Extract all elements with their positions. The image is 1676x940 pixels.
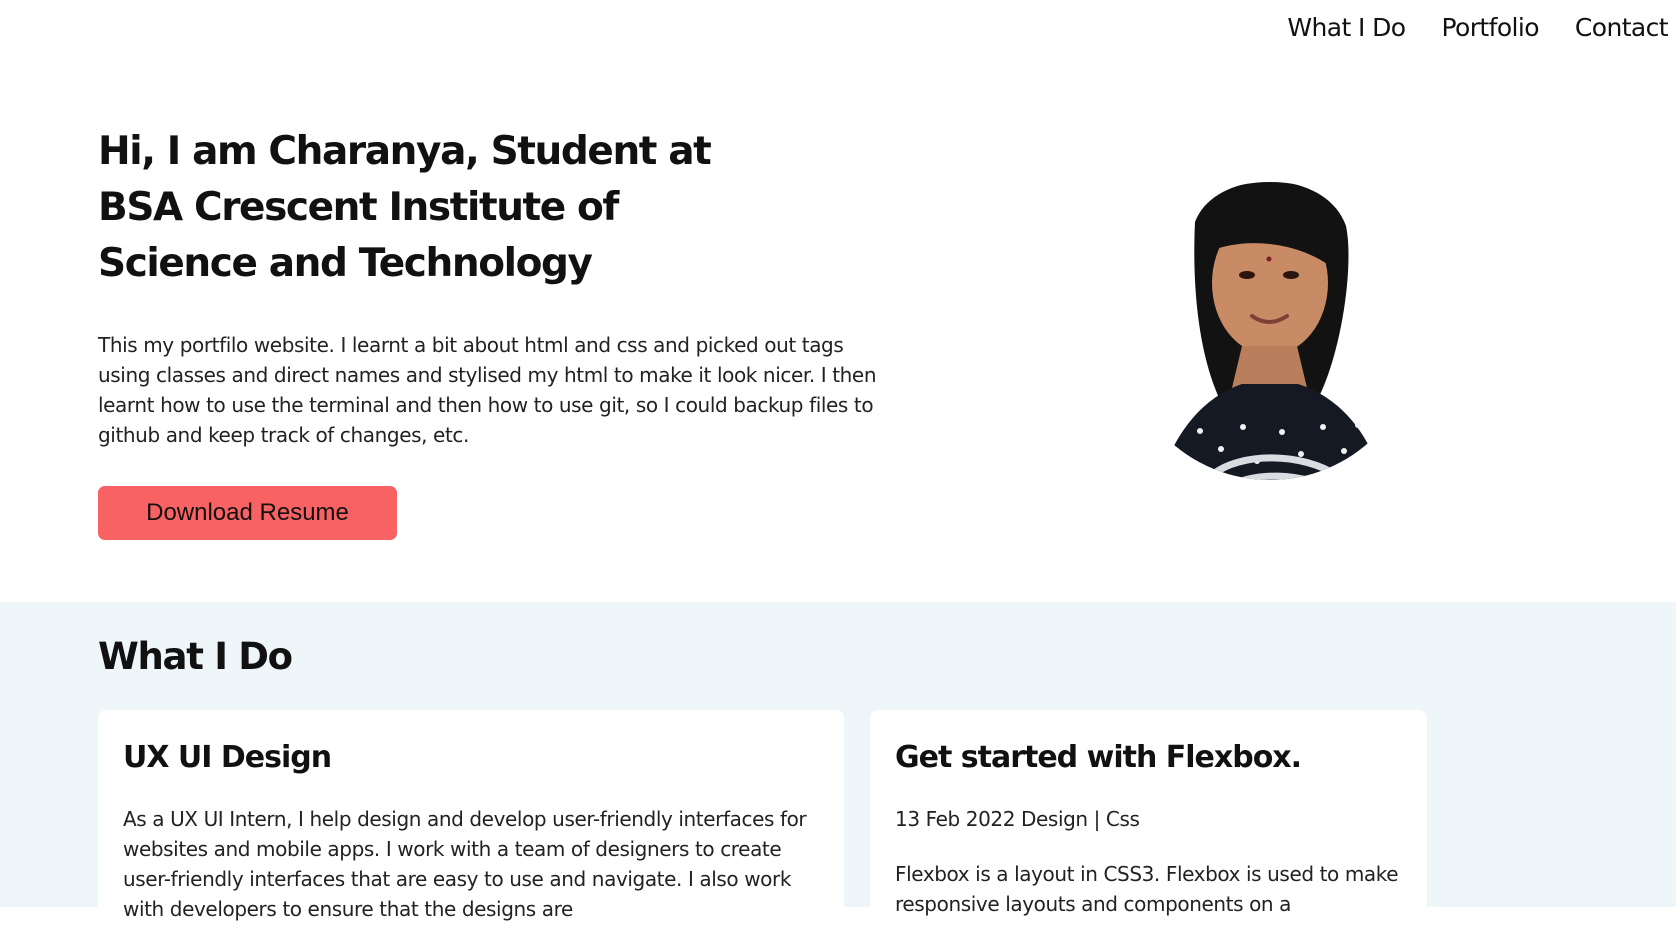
card-meta: 13 Feb 2022 Design | Css xyxy=(895,807,1140,831)
card-description: As a UX UI Intern, I help design and dev… xyxy=(123,807,807,921)
download-resume-button[interactable]: Download Resume xyxy=(98,486,397,540)
card-title: Get started with Flexbox. xyxy=(895,740,1302,775)
hero-description: This my portfilo website. I learnt a bit… xyxy=(98,333,877,447)
service-card-ux-ui-design: UX UI Design As a UX UI Intern, I help d… xyxy=(98,710,844,940)
hero-title: Hi, I am Charanya, Student at BSA Cresce… xyxy=(98,129,712,286)
profile-photo xyxy=(1121,182,1419,480)
what-i-do-section: What I Do UX UI Design As a UX UI Intern… xyxy=(0,602,1676,940)
hero-section: Hi, I am Charanya, Student at BSA Cresce… xyxy=(0,0,1676,602)
section-title: What I Do xyxy=(98,635,293,678)
card-title: UX UI Design xyxy=(123,740,332,775)
article-card-flexbox: Get started with Flexbox. 13 Feb 2022 De… xyxy=(870,710,1427,940)
card-description: Flexbox is a layout in CSS3. Flexbox is … xyxy=(895,862,1399,916)
